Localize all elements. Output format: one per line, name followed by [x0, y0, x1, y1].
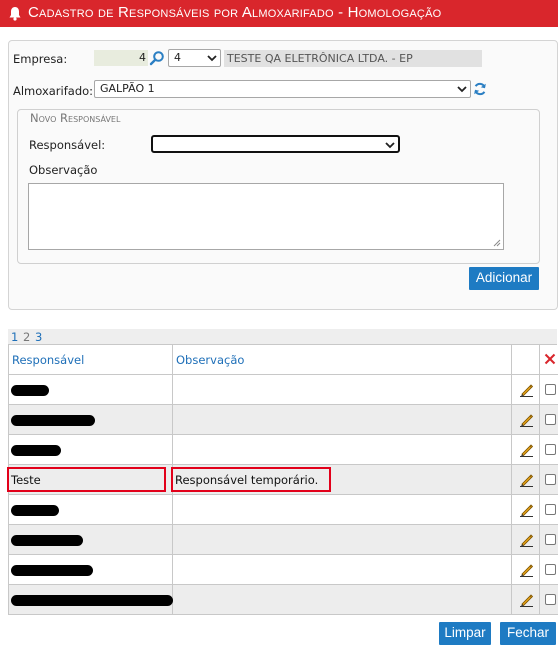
header-cell-responsavel: Responsável	[9, 345, 173, 374]
cell-edit	[512, 555, 540, 584]
redaction-mark	[11, 445, 61, 456]
clear-button[interactable]: Limpar	[439, 622, 491, 645]
refresh-icon[interactable]	[473, 82, 487, 96]
empresa-select-value: 4	[174, 51, 181, 64]
row-checkbox[interactable]	[545, 594, 556, 605]
page-link-3[interactable]: 3	[35, 330, 42, 344]
header-cell-edit	[512, 345, 540, 374]
highlight-box-responsavel	[7, 467, 166, 492]
cell-responsavel	[9, 525, 173, 554]
pencil-icon[interactable]	[519, 592, 534, 607]
close-button[interactable]: Fechar	[500, 622, 556, 645]
pencil-icon[interactable]	[519, 472, 534, 487]
cell-select	[540, 465, 558, 494]
header-cell-delete	[540, 345, 558, 374]
cell-observacao	[173, 525, 512, 554]
observacao-label: Observação	[29, 163, 98, 177]
cell-select	[540, 525, 558, 554]
pencil-icon[interactable]	[519, 382, 534, 397]
row-checkbox[interactable]	[545, 564, 556, 575]
cell-responsavel	[9, 585, 173, 614]
redaction-mark	[11, 535, 83, 546]
page-title: Cadastro de Responsáveis por Almoxarifad…	[28, 4, 442, 21]
cell-select	[540, 405, 558, 434]
row-checkbox[interactable]	[545, 384, 556, 395]
table-row	[8, 375, 558, 405]
cell-responsavel	[9, 435, 173, 464]
cell-responsavel	[9, 495, 173, 524]
responsavel-label: Responsável:	[29, 138, 106, 152]
cell-responsavel	[9, 405, 173, 434]
row-checkbox[interactable]	[545, 504, 556, 515]
redaction-mark	[11, 565, 93, 576]
page-link-1[interactable]: 1	[11, 330, 18, 344]
responsavel-select[interactable]	[151, 135, 400, 153]
cell-edit	[512, 375, 540, 404]
cell-select	[540, 495, 558, 524]
row-checkbox[interactable]	[545, 414, 556, 425]
redaction-mark	[11, 415, 95, 426]
pencil-icon[interactable]	[519, 562, 534, 577]
cell-observacao	[173, 555, 512, 584]
delete-x-icon[interactable]	[544, 353, 556, 365]
table-row	[8, 585, 558, 615]
redaction-mark	[11, 595, 173, 606]
pencil-icon[interactable]	[519, 412, 534, 427]
chevron-down-icon	[385, 142, 395, 149]
empresa-code-input[interactable]: 4	[94, 50, 148, 66]
pencil-icon[interactable]	[519, 532, 534, 547]
resize-grip-icon[interactable]	[493, 239, 501, 247]
cell-edit	[512, 525, 540, 554]
observacao-textarea[interactable]	[28, 183, 504, 250]
cell-edit	[512, 465, 540, 494]
cell-edit	[512, 495, 540, 524]
cell-edit	[512, 585, 540, 614]
almoxarifado-label: Almoxarifado:	[13, 84, 94, 98]
pagination: 1 2 3	[8, 329, 557, 345]
cell-observacao	[173, 405, 512, 434]
table-row	[8, 435, 558, 465]
cell-edit	[512, 405, 540, 434]
chevron-down-icon	[457, 86, 467, 93]
redaction-mark	[11, 385, 49, 396]
column-header-observacao[interactable]: Observação	[176, 353, 244, 367]
table-row	[8, 555, 558, 585]
chevron-down-icon	[207, 55, 217, 62]
cell-observacao	[173, 585, 512, 614]
empresa-name-field: TESTE QA ELETRÔNICA LTDA. - EP	[224, 50, 482, 67]
novo-responsavel-legend: Novo Responsável	[26, 111, 125, 125]
add-button[interactable]: Adicionar	[469, 267, 539, 290]
title-bar: Cadastro de Responsáveis por Almoxarifad…	[0, 0, 558, 27]
empresa-label: Empresa:	[13, 52, 68, 66]
cell-select	[540, 555, 558, 584]
cell-select	[540, 435, 558, 464]
grid-header-row: Responsável Observação	[8, 345, 558, 375]
cell-select	[540, 375, 558, 404]
highlight-box-observacao	[171, 467, 331, 492]
row-checkbox[interactable]	[545, 474, 556, 485]
cell-edit	[512, 435, 540, 464]
cell-observacao	[173, 495, 512, 524]
column-header-responsavel[interactable]: Responsável	[12, 353, 84, 367]
table-row	[8, 405, 558, 435]
almoxarifado-select[interactable]: GALPÃO 1	[94, 80, 471, 98]
table-row	[8, 495, 558, 525]
page-current-2: 2	[22, 330, 31, 344]
pencil-icon[interactable]	[519, 502, 534, 517]
cell-responsavel	[9, 555, 173, 584]
table-row	[8, 525, 558, 555]
redaction-mark	[11, 505, 59, 516]
cell-responsavel	[9, 375, 173, 404]
search-icon[interactable]	[149, 50, 165, 66]
cell-observacao	[173, 375, 512, 404]
cell-observacao	[173, 435, 512, 464]
row-checkbox[interactable]	[545, 444, 556, 455]
cell-select	[540, 585, 558, 614]
bell-icon	[9, 7, 21, 21]
almoxarifado-select-value: GALPÃO 1	[100, 82, 155, 95]
row-checkbox[interactable]	[545, 534, 556, 545]
pencil-icon[interactable]	[519, 442, 534, 457]
header-cell-observacao: Observação	[173, 345, 512, 374]
empresa-select[interactable]: 4	[168, 49, 221, 67]
